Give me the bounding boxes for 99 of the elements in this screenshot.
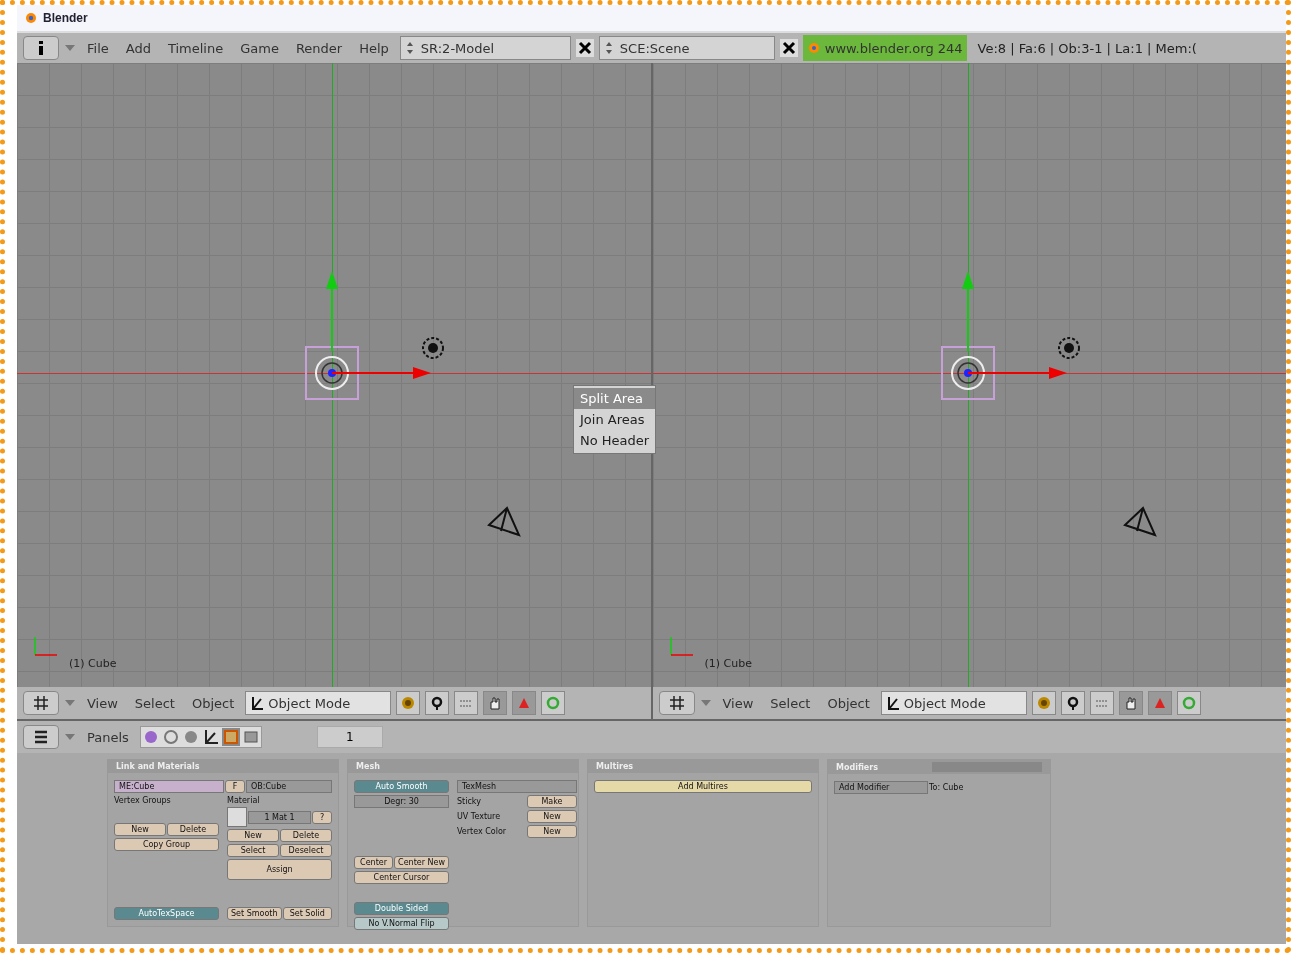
active-object-label: (1) Cube (704, 657, 752, 670)
menu-item[interactable]: View (81, 695, 124, 711)
center-button[interactable]: Center New (394, 856, 449, 869)
scene-selector[interactable]: SCE:Scene (598, 36, 775, 60)
menu-item[interactable]: Game (234, 40, 285, 56)
toggle-button[interactable]: AutoTexSpace (114, 907, 219, 920)
version-label: www.blender.org 244 (802, 35, 967, 61)
material-index-field[interactable]: 1 Mat 1 (248, 810, 311, 824)
script-tab-icon[interactable] (161, 728, 180, 746)
mesh-data-label: Sticky (457, 797, 481, 806)
scene-tab-icon[interactable] (241, 728, 260, 746)
material-button[interactable]: Deselect (280, 844, 332, 857)
pivot-button[interactable] (425, 691, 450, 715)
pivot-icon (1065, 696, 1080, 710)
grid-icon (669, 696, 684, 710)
mesh-data-label: UV Texture (457, 812, 501, 821)
panels-menu[interactable]: Panels (81, 729, 135, 745)
mesh-data-button[interactable]: New (527, 825, 577, 838)
add-multires-button[interactable]: Add Multires (594, 780, 812, 793)
toggle-button[interactable]: Double Sided (354, 902, 449, 915)
window-title: Blender (43, 11, 88, 25)
y-axis-arrow-icon (961, 271, 974, 351)
scene-stats: Ve:8 | Fa:6 | Ob:3-1 | La:1 | Mem:( (976, 40, 1197, 56)
object-mode-icon (250, 696, 265, 710)
hand-icon (1123, 696, 1138, 710)
modifier-target-label: To: Cube (929, 783, 964, 792)
manipulator-button[interactable] (1118, 691, 1143, 715)
window-type-button[interactable] (23, 36, 59, 60)
ring-icon (1181, 696, 1196, 710)
menu-item[interactable]: Render (289, 40, 349, 56)
screen-selector[interactable]: SR:2-Model (399, 36, 571, 60)
object-mode-icon (885, 696, 900, 710)
mesh-name-field[interactable]: ME:Cube (114, 780, 224, 793)
vertex-groups-label: Vertex Groups (114, 796, 172, 805)
menu-item[interactable]: Timeline (161, 40, 230, 56)
camera-icon[interactable] (485, 505, 523, 539)
active-object-label: (1) Cube (69, 657, 117, 670)
copy-group-button[interactable]: Copy Group (114, 838, 219, 851)
lamp-icon[interactable] (419, 334, 447, 362)
menu-item[interactable]: File (81, 40, 115, 56)
toggle-button[interactable]: No V.Normal Flip (354, 917, 449, 930)
texmesh-field[interactable]: TexMesh (457, 780, 577, 793)
add-modifier-dropdown[interactable]: Add Modifier (834, 781, 928, 794)
menu-item[interactable]: Select (128, 695, 181, 711)
draw-type-button[interactable] (1031, 691, 1056, 715)
ring-icon (546, 696, 561, 710)
app-logo-icon (806, 41, 821, 55)
mesh-data-label: Vertex Color (457, 827, 507, 836)
grid-icon (34, 696, 48, 710)
list-icon (34, 730, 48, 744)
updown-arrows-icon (603, 41, 614, 55)
pivot-button[interactable] (1060, 691, 1085, 715)
mesh-data-button[interactable]: Make (527, 795, 577, 808)
shading-button[interactable]: Set Smooth (227, 907, 282, 920)
pivot-icon (430, 696, 445, 710)
draw-type-button[interactable] (396, 691, 421, 715)
object-name-field[interactable]: OB:Cube (246, 780, 332, 793)
info-icon (36, 41, 46, 55)
menu-item[interactable]: Help (353, 40, 395, 56)
vertex-group-button[interactable]: Delete (167, 823, 219, 836)
close-icon[interactable] (575, 39, 594, 57)
shading-icon (401, 696, 416, 710)
camera-icon[interactable] (1120, 505, 1159, 539)
shading-icon (1036, 696, 1051, 710)
degree-field[interactable]: Degr: 30 (354, 795, 449, 808)
manipulator-button[interactable] (483, 691, 508, 715)
menu-item[interactable]: View (716, 695, 760, 711)
window-type-button[interactable] (23, 691, 59, 715)
vertex-group-button[interactable]: New (114, 823, 166, 836)
triangle-icon (517, 696, 532, 710)
center-button[interactable]: Center (354, 856, 394, 869)
window-type-button[interactable] (658, 691, 695, 715)
center-cursor-button[interactable]: Center Cursor (354, 871, 449, 884)
menu-item[interactable]: Object (821, 695, 876, 711)
close-icon[interactable] (779, 39, 798, 57)
updown-arrows-icon (404, 41, 415, 55)
material-button[interactable]: New (227, 829, 279, 842)
menu-item[interactable]: Add (119, 40, 157, 56)
material-help-button[interactable]: ? (312, 810, 332, 824)
toggle-button[interactable]: Auto Smooth (354, 780, 449, 793)
mesh-data-button[interactable]: New (527, 810, 577, 823)
mode-dropdown[interactable]: Object Mode (880, 691, 1027, 715)
app-logo-icon (23, 11, 37, 25)
menu-item[interactable]: Select (764, 695, 817, 711)
fake-user-button[interactable]: F (225, 780, 245, 793)
menu-item[interactable]: Object (185, 695, 241, 711)
material-button[interactable]: Select (227, 844, 279, 857)
y-axis-arrow-icon (326, 271, 338, 351)
hand-icon (488, 696, 503, 710)
viewport[interactable]: (1) Cube (652, 63, 1286, 687)
shading-button[interactable]: Set Solid (282, 907, 332, 920)
material-button[interactable]: Delete (280, 829, 332, 842)
window-type-button[interactable] (23, 725, 59, 749)
assign-button[interactable]: Assign (227, 859, 332, 880)
frame-field[interactable]: 1 (316, 726, 383, 748)
material-label: Material (227, 796, 261, 805)
material-swatch (227, 807, 247, 827)
triangle-icon (1152, 696, 1167, 710)
mode-dropdown[interactable]: Object Mode (245, 691, 392, 715)
